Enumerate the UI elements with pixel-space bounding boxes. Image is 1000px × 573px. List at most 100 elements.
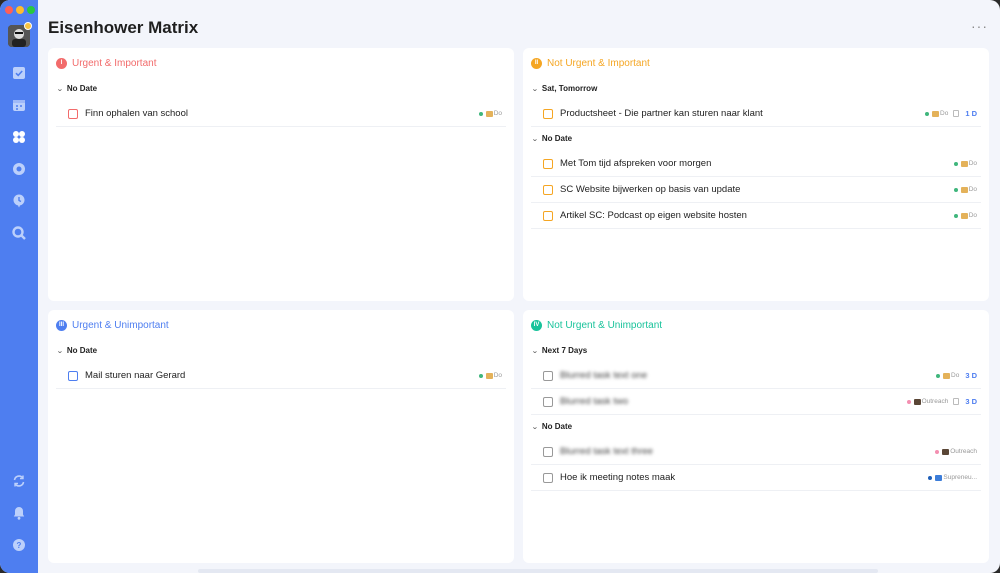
task-title[interactable]: Mail sturen naar Gerard <box>85 370 479 381</box>
task-row[interactable]: Hoe ik meeting notes maak Supreneu... <box>531 465 981 491</box>
list-icon <box>960 186 968 193</box>
list-icon <box>942 448 950 455</box>
task-list-tag: Do <box>953 212 977 219</box>
quadrant-header: II Not Urgent & Important <box>531 56 650 70</box>
scroll-shadow <box>198 569 878 573</box>
more-options-button[interactable]: ··· <box>971 18 988 34</box>
task-row[interactable]: Blurred task two Outreach 3 D <box>531 389 981 415</box>
close-window-button[interactable] <box>5 6 13 14</box>
list-color-dot <box>953 161 958 166</box>
task-row[interactable]: Blurred task text three Outreach <box>531 439 981 465</box>
task-title[interactable]: Hoe ik meeting notes maak <box>560 472 928 483</box>
task-checkbox[interactable] <box>543 370 553 381</box>
minimize-window-button[interactable] <box>16 6 24 14</box>
quadrant-not-urgent-unimportant: IV Not Urgent & Unimportant ⌄ Next 7 Day… <box>523 310 989 563</box>
sidebar: ? <box>0 0 38 573</box>
group-header[interactable]: ⌄ No Date <box>56 346 97 355</box>
task-row[interactable]: Finn ophalen van school Do <box>56 101 506 127</box>
list-icon <box>935 474 943 481</box>
chevron-down-icon: ⌄ <box>56 85 64 93</box>
task-checkbox[interactable] <box>543 446 553 457</box>
focus-icon[interactable] <box>11 161 27 177</box>
task-row[interactable]: Blurred task text one Do 3 D <box>531 363 981 389</box>
list-color-dot <box>478 111 483 116</box>
chevron-down-icon: ⌄ <box>531 85 539 93</box>
task-list-tag: Outreach <box>935 448 977 455</box>
list-color-dot <box>925 111 930 116</box>
task-list-tag: Do <box>478 110 502 117</box>
list-color-dot <box>953 213 958 218</box>
due-date: 1 D <box>965 109 977 118</box>
subtask-icon <box>953 110 960 117</box>
matrix-icon[interactable] <box>11 129 27 145</box>
quadrant-badge-icon: I <box>56 57 67 69</box>
clock-icon[interactable] <box>11 193 27 209</box>
due-date: 3 D <box>965 397 977 406</box>
task-row[interactable]: Met Tom tijd afspreken voor morgen Do <box>531 151 981 177</box>
help-icon[interactable]: ? <box>11 537 27 553</box>
group-header[interactable]: ⌄ Next 7 Days <box>531 346 587 355</box>
task-checkbox[interactable] <box>543 184 553 195</box>
task-list-tag: Do <box>953 186 977 193</box>
page-title: Eisenhower Matrix <box>48 18 199 37</box>
task-row[interactable]: Productsheet - Die partner kan sturen na… <box>531 101 981 127</box>
task-row[interactable]: Artikel SC: Podcast op eigen website hos… <box>531 203 981 229</box>
task-checkbox[interactable] <box>68 370 78 381</box>
task-title[interactable]: Productsheet - Die partner kan sturen na… <box>560 108 925 119</box>
calendar-icon[interactable] <box>11 97 27 113</box>
notification-dot-icon <box>24 22 32 30</box>
task-list-tag: Do <box>478 372 502 379</box>
sync-icon[interactable] <box>11 473 27 489</box>
group-header[interactable]: ⌄ No Date <box>531 422 572 431</box>
group-header[interactable]: ⌄ No Date <box>56 84 97 93</box>
task-checkbox[interactable] <box>543 210 553 221</box>
task-title[interactable]: SC Website bijwerken op basis van update <box>560 184 954 195</box>
list-color-dot <box>928 475 933 480</box>
task-row[interactable]: Mail sturen naar Gerard Do <box>56 363 506 389</box>
list-icon <box>960 212 968 219</box>
task-checkbox[interactable] <box>543 396 553 407</box>
list-color-dot <box>953 187 958 192</box>
task-title[interactable]: Artikel SC: Podcast op eigen website hos… <box>560 210 954 221</box>
bell-icon[interactable] <box>11 505 27 521</box>
quadrant-badge-icon: III <box>56 319 67 331</box>
task-title[interactable]: Finn ophalen van school <box>85 108 479 119</box>
quadrant-title[interactable]: Not Urgent & Unimportant <box>547 320 662 331</box>
list-color-dot <box>906 399 911 404</box>
task-list-tag: Do 1 D <box>925 109 977 118</box>
chevron-down-icon: ⌄ <box>56 347 64 355</box>
quadrant-header: I Urgent & Important <box>56 56 156 70</box>
task-row[interactable]: SC Website bijwerken op basis van update… <box>531 177 981 203</box>
task-checkbox[interactable] <box>543 158 553 169</box>
app-window: ? Eisenhower Matrix ··· I Urgent & Impor… <box>0 0 1000 573</box>
task-checkbox[interactable] <box>543 472 553 483</box>
group-header[interactable]: ⌄ Sat, Tomorrow <box>531 84 597 93</box>
chevron-down-icon: ⌄ <box>531 135 539 143</box>
quadrant-not-urgent-important: II Not Urgent & Important ⌄ Sat, Tomorro… <box>523 48 989 301</box>
quadrant-title[interactable]: Not Urgent & Important <box>547 58 650 69</box>
chevron-down-icon: ⌄ <box>531 423 539 431</box>
quadrant-title[interactable]: Urgent & Unimportant <box>72 320 169 331</box>
task-list-tag: Supreneu... <box>928 474 977 481</box>
list-icon <box>943 372 951 379</box>
list-color-dot <box>936 373 941 378</box>
list-icon <box>913 398 921 405</box>
search-icon[interactable] <box>11 225 27 241</box>
task-checkbox[interactable] <box>68 108 78 119</box>
list-icon <box>960 160 968 167</box>
task-title[interactable]: Blurred task text one <box>560 370 936 381</box>
quadrant-title[interactable]: Urgent & Important <box>72 58 156 69</box>
checkbox-icon[interactable] <box>11 65 27 81</box>
main-area: Eisenhower Matrix ··· I Urgent & Importa… <box>38 0 1000 573</box>
group-header[interactable]: ⌄ No Date <box>531 134 572 143</box>
task-title[interactable]: Blurred task text three <box>560 446 935 457</box>
task-title[interactable]: Blurred task two <box>560 396 907 407</box>
due-date: 3 D <box>965 371 977 380</box>
quadrant-urgent-unimportant: III Urgent & Unimportant ⌄ No Date Mail … <box>48 310 514 563</box>
list-icon <box>485 110 493 117</box>
task-list-tag: Do 3 D <box>936 371 977 380</box>
zoom-window-button[interactable] <box>27 6 35 14</box>
task-title[interactable]: Met Tom tijd afspreken voor morgen <box>560 158 954 169</box>
task-checkbox[interactable] <box>543 108 553 119</box>
subtask-icon <box>953 398 960 405</box>
